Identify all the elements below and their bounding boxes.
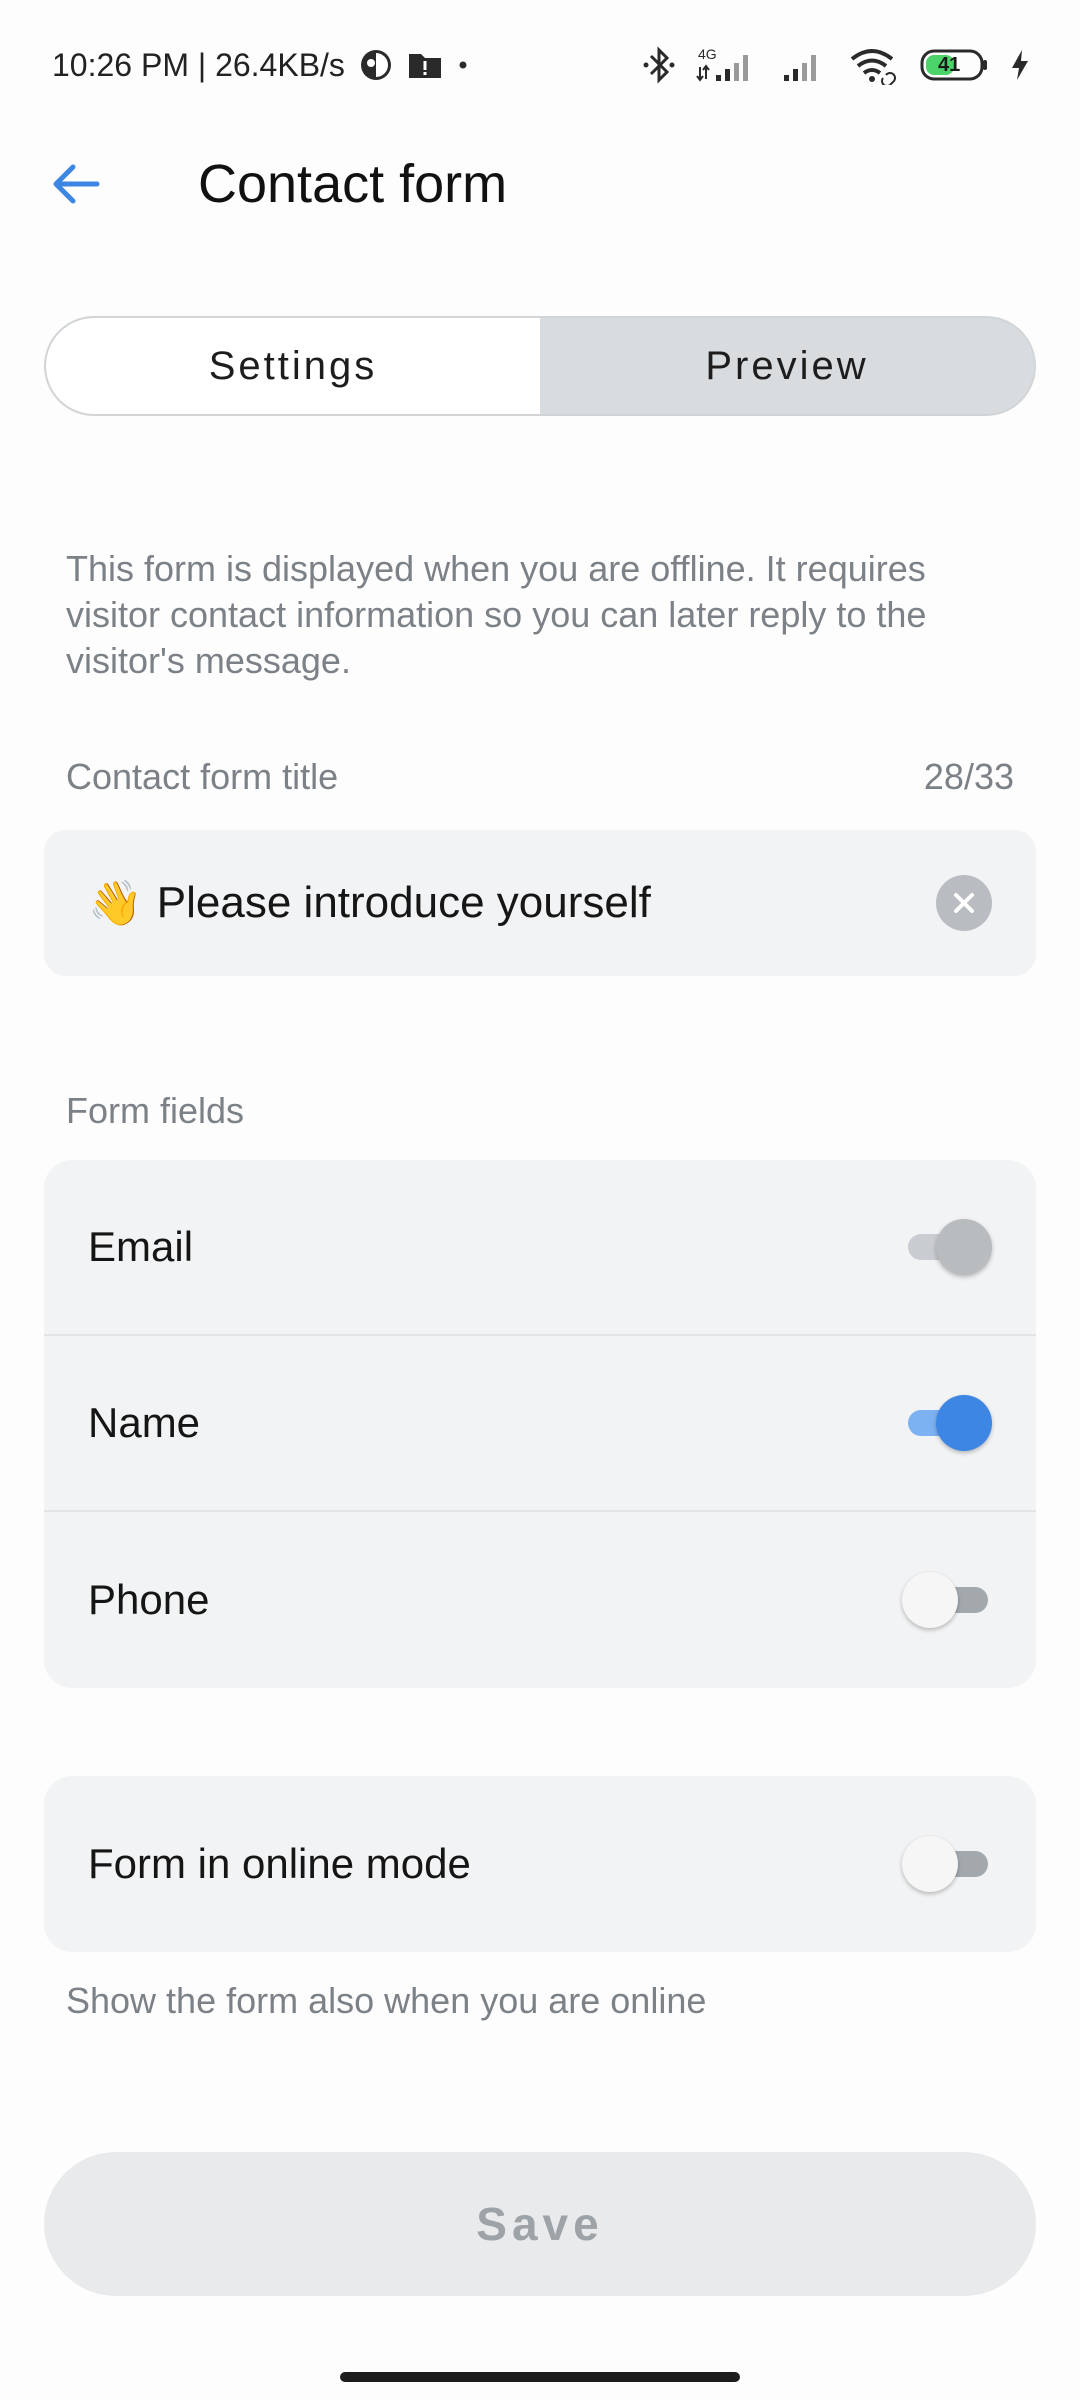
wifi-icon <box>848 45 900 85</box>
battery-level: 41 <box>938 54 961 76</box>
svg-text:4G: 4G <box>698 46 717 62</box>
status-bar: 10:26 PM | 26.4KB/s 4G 41 <box>0 0 1080 130</box>
form-fields-label: Form fields <box>66 1090 245 1131</box>
field-label-phone: Phone <box>88 1576 210 1623</box>
cellular-4g-icon: 4G <box>696 45 760 85</box>
save-button[interactable]: Save <box>44 2152 1036 2296</box>
field-row-email: Email <box>44 1160 1036 1336</box>
arrow-left-icon <box>51 162 101 206</box>
tab-preview[interactable]: Preview <box>540 318 1034 414</box>
title-input-value[interactable]: Please introduce yourself <box>157 878 936 928</box>
page-title: Contact form <box>198 154 508 214</box>
waving-hand-emoji: 👋 <box>88 879 143 928</box>
form-fields-card: Email Name Phone <box>44 1160 1036 1688</box>
home-indicator[interactable] <box>340 2372 740 2382</box>
online-mode-label: Form in online mode <box>88 1840 471 1887</box>
name-toggle[interactable] <box>902 1393 994 1453</box>
status-right: 4G 41 <box>642 45 1030 85</box>
tab-settings[interactable]: Settings <box>46 318 540 414</box>
app-notification-icon <box>359 48 393 82</box>
bluetooth-icon <box>642 45 676 85</box>
phone-toggle[interactable] <box>902 1570 994 1630</box>
top-app-bar: Contact form <box>0 130 1080 236</box>
contact-form-title-input[interactable]: 👋 Please introduce yourself <box>44 830 1036 976</box>
online-mode-toggle[interactable] <box>902 1834 994 1894</box>
battery-icon: 41 <box>920 48 990 82</box>
form-description: This form is displayed when you are offl… <box>66 548 927 681</box>
close-icon <box>954 893 974 913</box>
field-label-email: Email <box>88 1223 194 1270</box>
title-field-label: Contact form title <box>66 756 339 797</box>
online-mode-row: Form in online mode <box>44 1776 1036 1952</box>
field-label-name: Name <box>88 1399 201 1446</box>
title-char-counter: 28/33 <box>923 756 1014 797</box>
field-row-name: Name <box>44 1336 1036 1512</box>
title-field-header: Contact form title 28/33 <box>66 756 1014 798</box>
cellular-signal-icon <box>780 45 828 85</box>
charging-icon <box>1010 48 1030 82</box>
field-row-phone: Phone <box>44 1512 1036 1688</box>
online-mode-card: Form in online mode <box>44 1776 1036 1952</box>
settings-preview-tabs: Settings Preview <box>44 316 1036 416</box>
email-toggle[interactable] <box>902 1217 994 1277</box>
status-left: 10:26 PM | 26.4KB/s <box>52 47 469 84</box>
folder-alert-icon <box>407 50 443 80</box>
status-time-speed: 10:26 PM | 26.4KB/s <box>52 46 345 83</box>
back-button[interactable] <box>44 152 108 216</box>
clear-title-button[interactable] <box>936 875 992 931</box>
dot-icon <box>457 59 469 71</box>
online-mode-helper: Show the form also when you are online <box>66 1980 707 2021</box>
